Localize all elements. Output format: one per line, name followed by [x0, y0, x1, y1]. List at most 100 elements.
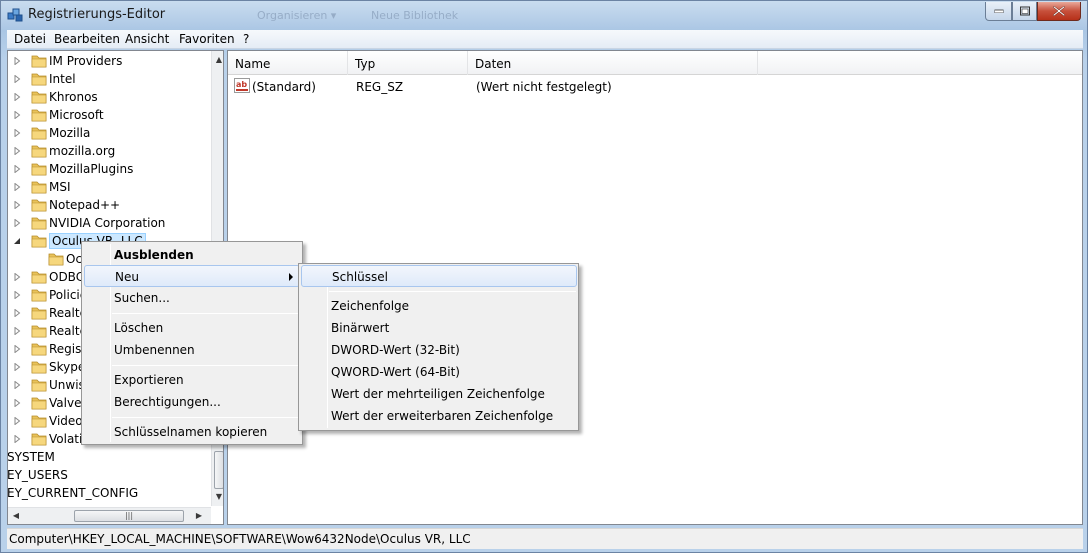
new-string-value[interactable]: Zeichenfolge — [301, 295, 577, 317]
scroll-thumb[interactable] — [214, 451, 223, 489]
menu-favorites[interactable]: Favoriten — [179, 32, 235, 46]
folder-icon — [31, 145, 47, 158]
tree-node[interactable]: Microsoft — [14, 106, 214, 124]
new-dword-value[interactable]: DWORD-Wert (32-Bit) — [301, 339, 577, 361]
value-data: (Wert nicht festgelegt) — [476, 80, 612, 94]
menu-bar: Datei Bearbeiten Ansicht Favoriten ? — [7, 30, 1083, 49]
collapsed-arrow-icon[interactable] — [14, 309, 21, 317]
minimize-button[interactable] — [985, 2, 1012, 21]
collapsed-arrow-icon[interactable] — [14, 399, 21, 407]
folder-icon — [31, 217, 47, 230]
ctx-rename[interactable]: Umbenennen — [84, 339, 300, 361]
scroll-thumb[interactable]: ||| — [74, 510, 184, 522]
new-qword-value-label: QWORD-Wert (64-Bit) — [331, 365, 460, 379]
menu-view[interactable]: Ansicht — [125, 32, 169, 46]
close-button[interactable] — [1037, 2, 1081, 21]
new-expandable-string-value[interactable]: Wert der erweiterbaren Zeichenfolge — [301, 405, 577, 427]
column-type[interactable]: Typ — [348, 51, 468, 75]
tree-node[interactable]: mozilla.org — [14, 142, 214, 160]
menu-file[interactable]: Datei — [14, 32, 46, 46]
scroll-left-icon[interactable]: ◀ — [9, 509, 23, 523]
menu-edit[interactable]: Bearbeiten — [54, 32, 120, 46]
ctx-permissions[interactable]: Berechtigungen... — [84, 391, 300, 413]
ctx-hide[interactable]: Ausblenden — [84, 244, 300, 266]
window-title: Registrierungs-Editor — [28, 7, 166, 22]
tree-node[interactable]: Notepad++ — [14, 196, 214, 214]
ctx-new[interactable]: Neu — [84, 265, 300, 287]
tree-node[interactable]: Intel — [14, 70, 214, 88]
collapsed-arrow-icon[interactable] — [14, 327, 21, 335]
list-scrollbar[interactable] — [1076, 75, 1082, 524]
folder-icon — [31, 325, 47, 338]
new-submenu: Schlüssel Zeichenfolge Binärwert DWORD-W… — [298, 263, 579, 431]
tree-root-label: EY_USERS — [7, 468, 68, 482]
maximize-icon — [1019, 6, 1030, 16]
value-row-default[interactable]: ab (Standard) REG_SZ (Wert nicht festgel… — [228, 77, 1082, 95]
ctx-search[interactable]: Suchen... — [84, 287, 300, 309]
collapsed-arrow-icon[interactable] — [14, 57, 21, 65]
collapsed-arrow-icon[interactable] — [14, 273, 21, 281]
column-name[interactable]: Name — [228, 51, 348, 75]
new-multi-string-value-label: Wert der mehrteiligen Zeichenfolge — [331, 387, 545, 401]
tree-node-label: Skype — [49, 360, 86, 374]
tree-node[interactable]: MSI — [14, 178, 214, 196]
background-toolbar-organize: Organisieren ▾ — [257, 9, 337, 22]
column-data[interactable]: Daten — [468, 51, 758, 75]
collapsed-arrow-icon[interactable] — [14, 75, 21, 83]
tree-root-label: EY_CURRENT_CONFIG — [7, 486, 139, 500]
tree-node[interactable]: MozillaPlugins — [14, 160, 214, 178]
tree-node[interactable]: Khronos — [14, 88, 214, 106]
tree-node-label: MozillaPlugins — [49, 162, 134, 176]
string-value-icon: ab — [234, 78, 250, 93]
tree-node[interactable]: IM Providers — [14, 52, 214, 70]
ctx-new-label: Neu — [115, 270, 139, 284]
new-binary-value[interactable]: Binärwert — [301, 317, 577, 339]
maximize-button[interactable] — [1012, 2, 1037, 21]
scroll-down-icon[interactable]: ▼ — [212, 490, 223, 504]
expanded-arrow-icon[interactable] — [14, 237, 21, 245]
scroll-up-icon[interactable]: ▲ — [212, 53, 223, 67]
ctx-delete[interactable]: Löschen — [84, 317, 300, 339]
submenu-arrow-icon — [289, 273, 293, 281]
ctx-export[interactable]: Exportieren — [84, 369, 300, 391]
collapsed-arrow-icon[interactable] — [14, 291, 21, 299]
context-menu: Ausblenden Neu Suchen... Löschen Umbenen… — [81, 241, 303, 445]
collapsed-arrow-icon[interactable] — [14, 93, 21, 101]
tree-node-label: ODBC — [49, 270, 85, 284]
folder-icon — [31, 271, 47, 284]
new-qword-value[interactable]: QWORD-Wert (64-Bit) — [301, 361, 577, 383]
collapsed-arrow-icon[interactable] — [14, 363, 21, 371]
folder-icon — [31, 397, 47, 410]
tree-node[interactable]: Mozilla — [14, 124, 214, 142]
tree-node[interactable]: NVIDIA Corporation — [14, 214, 214, 232]
close-icon — [1053, 6, 1065, 16]
collapsed-arrow-icon[interactable] — [14, 345, 21, 353]
tree-horizontal-scrollbar[interactable]: ◀ ||| ▶ — [8, 507, 211, 524]
menu-help[interactable]: ? — [243, 32, 249, 46]
collapsed-arrow-icon[interactable] — [14, 129, 21, 137]
collapsed-arrow-icon[interactable] — [14, 435, 21, 443]
collapsed-arrow-icon[interactable] — [14, 165, 21, 173]
collapsed-arrow-icon[interactable] — [14, 201, 21, 209]
background-toolbar-library: Neue Bibliothek — [371, 9, 459, 22]
collapsed-arrow-icon[interactable] — [14, 183, 21, 191]
new-key[interactable]: Schlüssel — [301, 265, 577, 287]
collapsed-arrow-icon[interactable] — [14, 417, 21, 425]
folder-icon — [31, 361, 47, 374]
new-multi-string-value[interactable]: Wert der mehrteiligen Zeichenfolge — [301, 383, 577, 405]
folder-icon — [31, 127, 47, 140]
scroll-right-icon[interactable]: ▶ — [192, 509, 206, 523]
ctx-copy-key-name[interactable]: Schlüsselnamen kopieren — [84, 421, 300, 443]
svg-text:ab: ab — [236, 80, 247, 89]
status-path: Computer\HKEY_LOCAL_MACHINE\SOFTWARE\Wow… — [9, 532, 471, 546]
collapsed-arrow-icon[interactable] — [14, 111, 21, 119]
ctx-export-label: Exportieren — [114, 373, 184, 387]
title-bar[interactable]: Registrierungs-Editor Organisieren ▾ Neu… — [1, 1, 1087, 29]
collapsed-arrow-icon[interactable] — [14, 147, 21, 155]
collapsed-arrow-icon[interactable] — [14, 381, 21, 389]
folder-icon — [31, 433, 47, 446]
collapsed-arrow-icon[interactable] — [14, 219, 21, 227]
tree-root-label: SYSTEM — [7, 450, 55, 464]
ctx-search-label: Suchen... — [114, 291, 170, 305]
tree-node-label: Microsoft — [49, 108, 104, 122]
